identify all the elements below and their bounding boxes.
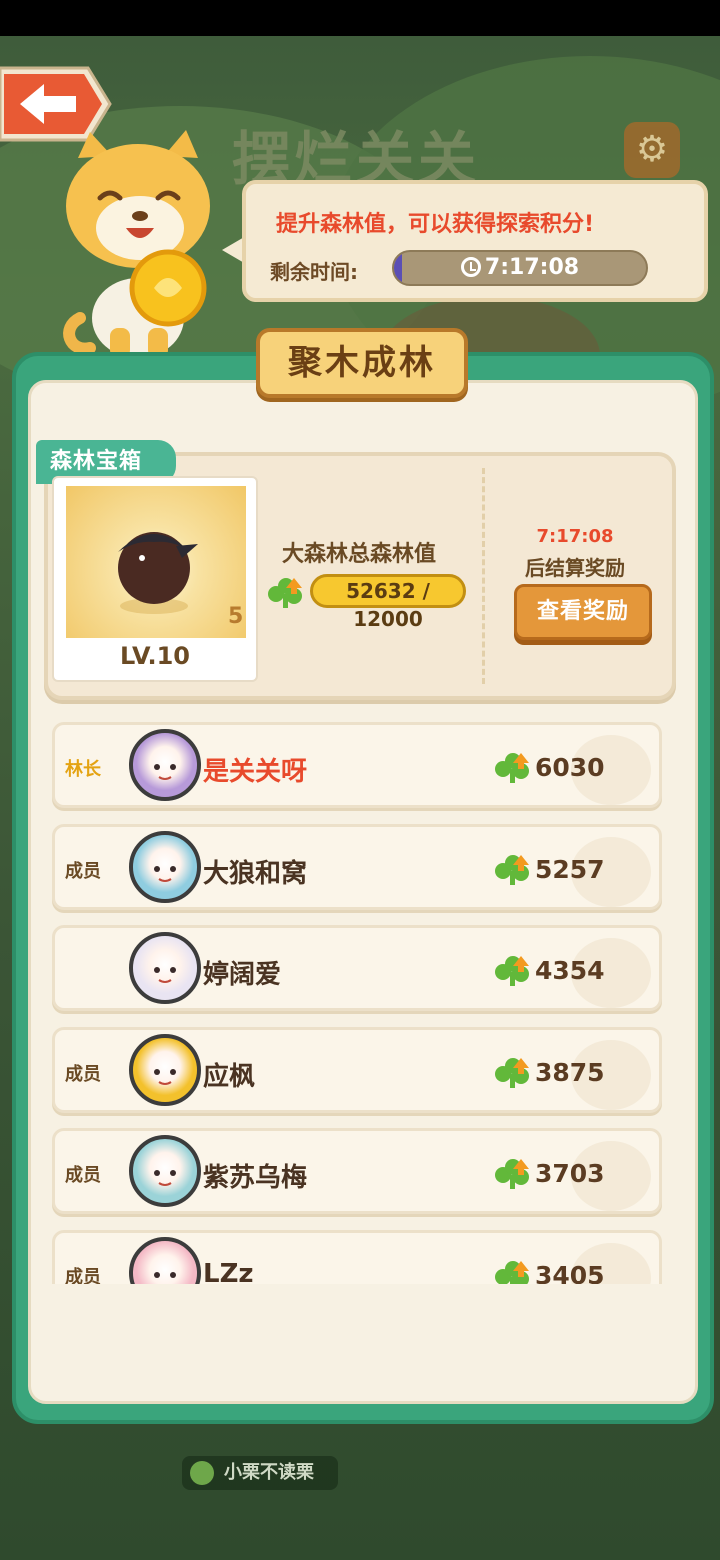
speech-bubble: 提升森林值，可以获得探索积分! 剩余时间: 7:17:08 (242, 180, 708, 302)
forest-tip-text: 提升森林值，可以获得探索积分! (276, 212, 595, 237)
member-row[interactable]: 成员 应枫 3875 (52, 1027, 662, 1113)
member-name: 大狼和窝 (203, 859, 308, 889)
member-list[interactable]: 林长 是关关呀 6030 成员 大狼和窝 5257 婷阔爱 4354 成员 应枫 3875 成员 紫苏乌… (50, 716, 664, 1284)
member-row[interactable]: 婷阔爱 4354 (52, 925, 662, 1011)
member-avatar[interactable] (129, 1034, 201, 1106)
settle-time: 7:17:08 (536, 526, 614, 547)
member-row[interactable]: 成员 大狼和窝 5257 (52, 824, 662, 910)
forest-value-icon (493, 1056, 533, 1094)
remaining-time-label: 剩余时间: (270, 260, 358, 284)
chest-level: LV.10 (120, 642, 190, 670)
forest-total-label: 大森林总森林值 (282, 542, 437, 567)
status-bar (0, 0, 720, 36)
bottom-forest-tag-label: 小栗不读栗 (224, 1462, 314, 1483)
member-name: 婷阔爱 (203, 960, 282, 990)
member-role: 林长 (65, 759, 101, 780)
forest-value-icon (493, 1259, 533, 1284)
forest-value-icon (493, 751, 533, 789)
remaining-time-bar: 7:17:08 (392, 250, 648, 286)
member-name: 是关关呀 (203, 757, 308, 787)
member-row[interactable]: 林长 是关关呀 6030 (52, 722, 662, 808)
member-row[interactable]: 成员 LZz 3405 (52, 1230, 662, 1284)
forest-value-icon (493, 1157, 533, 1195)
member-forest-value: 3875 (535, 1058, 605, 1087)
member-name: 应枫 (203, 1062, 256, 1092)
view-reward-button[interactable]: 查看奖励 (514, 584, 652, 640)
panel-title: 聚木成林 (256, 328, 468, 398)
member-role: 成员 (65, 1064, 101, 1085)
member-forest-value: 6030 (535, 753, 605, 782)
forest-total-progress: 52632 / 12000 (310, 574, 466, 631)
member-avatar[interactable] (129, 932, 201, 1004)
member-role: 成员 (65, 1165, 101, 1186)
member-avatar[interactable] (129, 1237, 201, 1284)
forest-value-icon (266, 576, 306, 614)
member-row[interactable]: 成员 紫苏乌梅 3703 (52, 1128, 662, 1214)
member-forest-value: 3703 (535, 1159, 605, 1188)
chest-image[interactable] (66, 486, 246, 638)
member-forest-value: 3405 (535, 1261, 605, 1284)
settle-label: 后结算奖励 (525, 556, 625, 580)
gear-icon[interactable]: ⚙ (624, 122, 680, 178)
remaining-time-value: 7:17:08 (484, 255, 580, 280)
leaf-icon (190, 1461, 214, 1485)
member-role: 成员 (65, 1267, 101, 1284)
bottom-forest-tag[interactable]: 小栗不读栗 (182, 1456, 338, 1490)
remaining-time-value-wrap: 7:17:08 (394, 252, 646, 284)
forest-value-icon (493, 853, 533, 891)
member-avatar[interactable] (129, 729, 201, 801)
member-forest-value: 5257 (535, 855, 605, 884)
member-forest-value: 4354 (535, 956, 605, 985)
cat-mascot (50, 128, 226, 358)
clock-icon (460, 257, 481, 277)
chest-count: 5 (228, 604, 244, 629)
member-avatar[interactable] (129, 831, 201, 903)
member-name: LZz (203, 1259, 254, 1284)
bird-egg-icon (118, 532, 198, 614)
forest-value-icon (493, 954, 533, 992)
member-name: 紫苏乌梅 (203, 1163, 308, 1193)
member-role: 成员 (65, 861, 101, 882)
member-avatar[interactable] (129, 1135, 201, 1207)
